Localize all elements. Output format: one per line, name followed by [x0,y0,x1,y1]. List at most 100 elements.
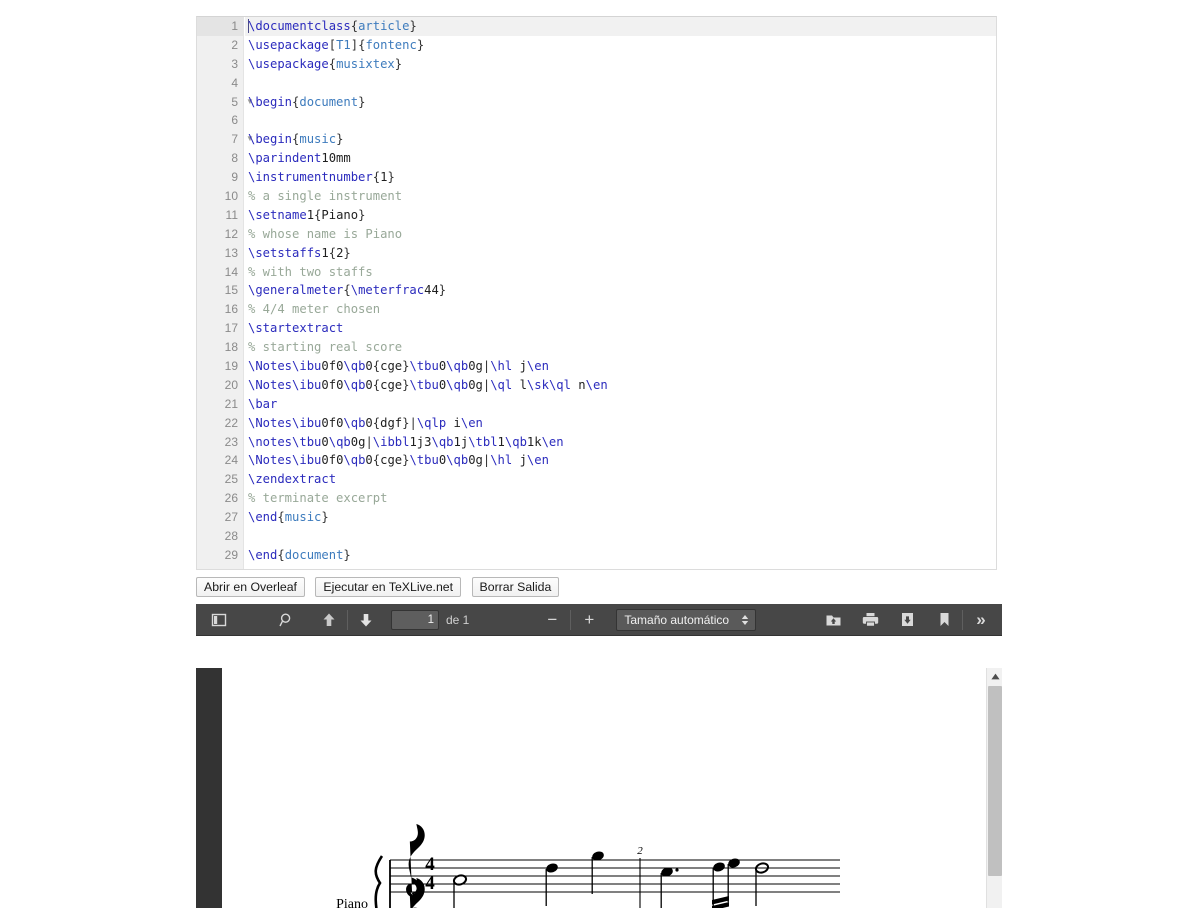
editor-line-content[interactable]: \Notes\ibu0f0\qb0{cge}\tbu0\qb0g|\hl j\e… [245,357,996,376]
editor-line[interactable]: 3\usepackage{musixtex} [197,55,996,74]
editor-line[interactable]: 11\setname1{Piano} [197,206,996,225]
editor-line[interactable]: 10% a single instrument [197,187,996,206]
editor-line-content[interactable]: \parindent10mm [245,149,996,168]
code-token: } [358,95,365,109]
editor-line-content[interactable]: \generalmeter{\meterfrac44} [245,281,996,300]
editor-line-content[interactable]: \end{music} [245,508,996,527]
editor-line-content[interactable]: \Notes\ibu0f0\qb0{cge}\tbu0\qb0g|\ql l\s… [245,376,996,395]
line-number: 4 [197,74,244,93]
zoom-out-button[interactable]: − [537,607,567,632]
editor-line-content[interactable]: \usepackage[T1]{fontenc} [245,36,996,55]
latex-code-editor[interactable]: 1\documentclass{article}2\usepackage[T1]… [196,16,997,570]
code-token: { [343,283,350,297]
code-token: \bar [248,397,277,411]
editor-line[interactable]: 27\end{music} [197,508,996,527]
search-icon[interactable] [272,607,302,632]
editor-line[interactable]: 12% whose name is Piano [197,225,996,244]
pdf-vertical-scrollbar[interactable] [986,668,1002,908]
run-on-texlive-button[interactable]: Ejecutar en TeXLive.net [315,577,461,597]
editor-lines[interactable]: 1\documentclass{article}2\usepackage[T1]… [197,17,996,565]
editor-line-content[interactable]: \end{document} [245,546,996,565]
code-token: \notes [248,435,292,449]
code-token: \hl [490,359,512,373]
code-token: 0 [321,435,328,449]
code-token: T1 [336,38,351,52]
scroll-up-icon[interactable] [987,668,1002,684]
download-icon[interactable] [892,607,922,632]
editor-line[interactable]: 23\notes\tbu0\qb0g|\ibbl1j3\qb1j\tbl1\qb… [197,433,996,452]
line-number: 9 [197,168,244,187]
editor-line[interactable]: 17\startextract [197,319,996,338]
editor-line[interactable]: 18% starting real score [197,338,996,357]
editor-line[interactable]: 4 [197,74,996,93]
open-in-overleaf-button[interactable]: Abrir en Overleaf [196,577,305,597]
editor-line-content[interactable]: % whose name is Piano [245,225,996,244]
editor-line[interactable]: 8\parindent10mm [197,149,996,168]
editor-line-content[interactable]: \setstaffs1{2} [245,244,996,263]
editor-line[interactable]: 6 [197,111,996,130]
editor-line-content[interactable]: % a single instrument [245,187,996,206]
editor-line[interactable]: 26% terminate excerpt [197,489,996,508]
editor-line-content[interactable]: % 4/4 meter chosen [245,300,996,319]
editor-line[interactable]: 9\instrumentnumber{1} [197,168,996,187]
previous-page-icon[interactable] [314,607,344,632]
editor-line-content[interactable]: \begin{document} [245,93,996,112]
code-token: \end [248,548,277,562]
editor-line-content[interactable]: \zendextract [245,470,996,489]
editor-line-content[interactable]: \bar [245,395,996,414]
print-icon[interactable] [855,607,885,632]
line-number: 27 [197,508,244,527]
editor-line[interactable]: 25\zendextract [197,470,996,489]
editor-line[interactable]: 13\setstaffs1{2} [197,244,996,263]
pdf-body: Piano 4 4 4 [196,636,1002,908]
line-number: 17 [197,319,244,338]
line-number: 24 [197,451,244,470]
editor-line[interactable]: 7▼\begin{music} [197,130,996,149]
editor-line[interactable]: 29\end{document} [197,546,996,565]
editor-line-content[interactable]: \instrumentnumber{1} [245,168,996,187]
editor-line[interactable]: 24\Notes\ibu0f0\qb0{cge}\tbu0\qb0g|\hl j… [197,451,996,470]
editor-line[interactable]: 16% 4/4 meter chosen [197,300,996,319]
scrollbar-thumb[interactable] [988,686,1002,876]
editor-line[interactable]: 1\documentclass{article} [197,17,996,36]
editor-line-content[interactable]: % with two staffs [245,263,996,282]
editor-line-content[interactable]: \usepackage{musixtex} [245,55,996,74]
code-token: } [321,510,328,524]
zoom-level-select[interactable]: Tamaño automático [616,609,756,631]
editor-line-content[interactable]: \notes\tbu0\qb0g|\ibbl1j3\qb1j\tbl1\qb1k… [245,433,996,452]
editor-line-content[interactable]: \Notes\ibu0f0\qb0{dgf}|\qlp i\en [245,414,996,433]
editor-line[interactable]: 21\bar [197,395,996,414]
editor-line-content[interactable]: \setname1{Piano} [245,206,996,225]
editor-line[interactable]: 20\Notes\ibu0f0\qb0{cge}\tbu0\qb0g|\ql l… [197,376,996,395]
editor-line-content[interactable] [245,527,996,546]
bookmark-icon[interactable] [929,607,959,632]
next-page-icon[interactable] [351,607,381,632]
editor-line[interactable]: 19\Notes\ibu0f0\qb0{cge}\tbu0\qb0g|\hl j… [197,357,996,376]
editor-line[interactable]: 15\generalmeter{\meterfrac44} [197,281,996,300]
code-token: 0g [468,453,483,467]
sidebar-toggle-icon[interactable] [204,607,234,632]
presentation-mode-icon[interactable] [818,607,848,632]
code-token: \setname [248,208,307,222]
clear-output-button[interactable]: Borrar Salida [472,577,560,597]
editor-line-content[interactable]: % starting real score [245,338,996,357]
editor-line-content[interactable] [245,111,996,130]
zoom-in-button[interactable]: + [574,607,604,632]
editor-line-content[interactable]: % terminate excerpt [245,489,996,508]
editor-line-content[interactable]: \startextract [245,319,996,338]
code-token: \documentclass [248,19,351,33]
editor-line-content[interactable]: \documentclass{article} [245,17,996,36]
page-number-input[interactable] [391,610,439,630]
more-tools-button[interactable]: » [966,607,996,632]
editor-line-content[interactable] [245,74,996,93]
code-token: 1k [527,435,542,449]
editor-line[interactable]: 2\usepackage[T1]{fontenc} [197,36,996,55]
editor-line[interactable]: 28 [197,527,996,546]
editor-line-content[interactable]: \Notes\ibu0f0\qb0{cge}\tbu0\qb0g|\hl j\e… [245,451,996,470]
editor-line[interactable]: 22\Notes\ibu0f0\qb0{dgf}|\qlp i\en [197,414,996,433]
editor-line[interactable]: 14% with two staffs [197,263,996,282]
editor-line[interactable]: 5▼\begin{document} [197,93,996,112]
code-token: { [373,453,380,467]
code-token: % whose name is Piano [248,227,402,241]
editor-line-content[interactable]: \begin{music} [245,130,996,149]
